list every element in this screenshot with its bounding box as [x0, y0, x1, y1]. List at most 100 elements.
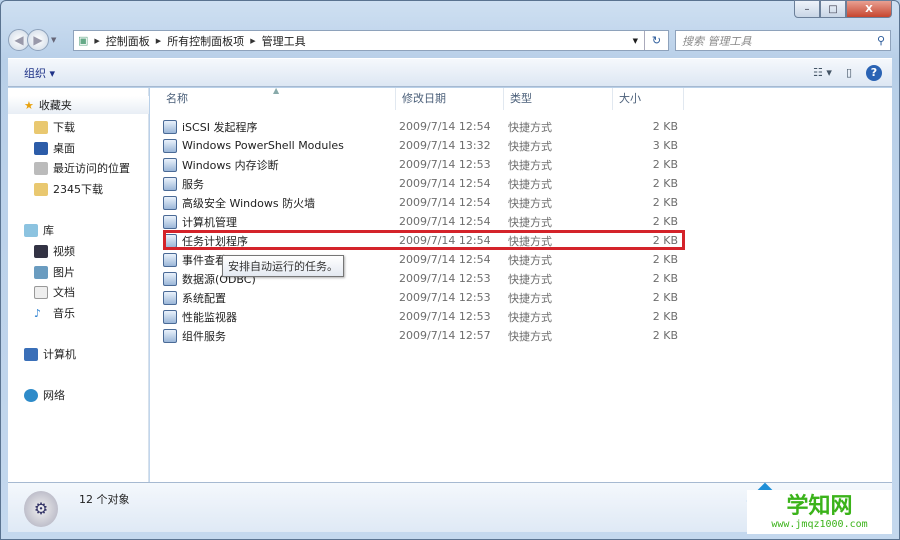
label: 文档	[53, 286, 75, 299]
organize-button[interactable]: 组织 ▾	[24, 65, 55, 81]
file-row[interactable]: Windows 内存诊断 2009/7/14 12:53 快捷方式 2 KB	[163, 155, 685, 174]
nav-buttons: ◀ ▶ ▼	[8, 29, 56, 51]
file-size: 2 KB	[652, 253, 678, 266]
video-icon	[34, 244, 48, 258]
file-size: 2 KB	[652, 272, 678, 285]
help-icon[interactable]: ?	[866, 64, 882, 81]
close-button[interactable]: X	[846, 0, 892, 18]
file-date: 2009/7/14 12:53	[399, 310, 491, 323]
file-name: 系统配置	[163, 290, 399, 306]
file-name-text: 高级安全 Windows 防火墙	[182, 196, 316, 210]
label: 2345下载	[53, 183, 103, 196]
chevron-icon: ▶	[250, 36, 256, 45]
sidebar-item-videos[interactable]: 视频	[34, 243, 75, 259]
forward-button[interactable]: ▶	[27, 29, 49, 51]
file-size: 2 KB	[652, 329, 678, 342]
file-date: 2009/7/14 13:32	[399, 139, 491, 152]
sidebar-computer[interactable]: 计算机	[24, 346, 76, 362]
watermark-url: www.jmqz1000.com	[771, 518, 868, 530]
file-name-text: 服务	[182, 177, 204, 191]
file-row[interactable]: 性能监视器 2009/7/14 12:53 快捷方式 2 KB	[163, 307, 685, 326]
address-dropdown-icon[interactable]: ▼	[633, 37, 638, 45]
command-bar: 组织 ▾ ☷ ▾ ▯ ?	[8, 58, 892, 87]
sidebar-favorites[interactable]: ★ 收藏夹	[8, 96, 149, 114]
sidebar-item-desktop[interactable]: 桌面	[34, 140, 75, 156]
file-row[interactable]: Windows PowerShell Modules 2009/7/14 13:3…	[163, 136, 685, 155]
window-controls: – □ X	[794, 0, 892, 18]
shortcut-icon	[163, 214, 177, 229]
label: 音乐	[53, 307, 75, 320]
label: 图片	[53, 266, 75, 279]
file-date: 2009/7/14 12:54	[399, 120, 491, 133]
search-icon[interactable]: ⚲	[877, 34, 885, 47]
file-name: Windows PowerShell Modules	[163, 138, 399, 153]
network-icon	[24, 388, 38, 402]
maximize-button[interactable]: □	[820, 0, 846, 18]
file-size: 2 KB	[652, 310, 678, 323]
label: 收藏夹	[38, 99, 72, 112]
preview-pane-icon[interactable]: ▯	[846, 66, 852, 79]
file-type: 快捷方式	[508, 139, 552, 153]
file-row[interactable]: 系统配置 2009/7/14 12:53 快捷方式 2 KB	[163, 288, 685, 307]
file-type: 快捷方式	[508, 120, 552, 134]
file-type: 快捷方式	[508, 310, 552, 324]
tooltip: 安排自动运行的任务。	[222, 255, 344, 277]
label: 视频	[53, 245, 75, 258]
file-date: 2009/7/14 12:53	[399, 272, 491, 285]
minimize-button[interactable]: –	[794, 0, 820, 18]
column-header-type[interactable]: 类型	[504, 88, 613, 110]
pictures-icon	[34, 265, 48, 279]
file-type: 快捷方式	[508, 329, 552, 343]
shortcut-icon	[163, 157, 177, 172]
sidebar-libraries[interactable]: 库	[24, 222, 54, 238]
sidebar-item-documents[interactable]: 文档	[34, 284, 75, 300]
breadcrumb-all-items[interactable]: 所有控制面板项	[167, 33, 244, 49]
sidebar-item-pictures[interactable]: 图片	[34, 264, 75, 280]
view-options-icon[interactable]: ☷ ▾	[813, 66, 832, 79]
column-header-size[interactable]: 大小	[613, 88, 684, 110]
file-date: 2009/7/14 12:54	[399, 253, 491, 266]
file-name-text: Windows 内存诊断	[182, 158, 279, 172]
file-row[interactable]: 高级安全 Windows 防火墙 2009/7/14 12:54 快捷方式 2 KB	[163, 193, 685, 212]
file-row[interactable]: 服务 2009/7/14 12:54 快捷方式 2 KB	[163, 174, 685, 193]
sidebar-item-music[interactable]: ♪ 音乐	[34, 305, 75, 321]
breadcrumb-control-panel[interactable]: 控制面板	[106, 33, 150, 49]
sidebar-item-recent[interactable]: 最近访问的位置	[34, 160, 130, 176]
file-row[interactable]: 计算机管理 2009/7/14 12:54 快捷方式 2 KB	[163, 212, 685, 231]
file-date: 2009/7/14 12:57	[399, 329, 491, 342]
file-size: 2 KB	[652, 158, 678, 171]
chevron-icon: ▶	[155, 36, 162, 45]
admin-tools-icon: ⚙	[24, 491, 58, 527]
desktop-icon	[34, 141, 48, 155]
file-name: 服务	[163, 176, 399, 192]
shortcut-icon	[163, 119, 177, 134]
file-type: 快捷方式	[508, 253, 552, 267]
file-size: 2 KB	[652, 215, 678, 228]
navigation-pane: ★ 收藏夹 下载 桌面 最近访问的位置 2345下载 库 视频 图片 文档 ♪ 音乐…	[8, 88, 149, 482]
refresh-icon[interactable]: ↻	[644, 31, 668, 50]
shortcut-icon	[163, 271, 177, 286]
column-header-date[interactable]: 修改日期	[396, 88, 504, 110]
sidebar-item-downloads[interactable]: 下载	[34, 119, 75, 135]
sidebar-network[interactable]: 网络	[24, 387, 65, 403]
label: 最近访问的位置	[53, 162, 130, 175]
file-name: 组件服务	[163, 328, 399, 344]
recent-places-icon	[34, 161, 48, 175]
address-bar[interactable]: ▣ ▶ 控制面板 ▶ 所有控制面板项 ▶ 管理工具 ▼ ↻	[73, 30, 669, 51]
item-count: 12 个对象	[79, 493, 130, 506]
file-type: 快捷方式	[508, 196, 552, 210]
sidebar-item-2345-downloads[interactable]: 2345下载	[34, 181, 103, 197]
watermark-logo: 学知网	[786, 493, 853, 519]
file-name-text: 计算机管理	[182, 215, 237, 229]
file-name: 高级安全 Windows 防火墙	[163, 195, 399, 211]
file-size: 3 KB	[652, 139, 678, 152]
breadcrumb-admin-tools[interactable]: 管理工具	[262, 33, 306, 49]
search-input[interactable]: 搜索 管理工具 ⚲	[675, 30, 891, 51]
file-date: 2009/7/14 12:54	[399, 215, 491, 228]
file-size: 2 KB	[652, 196, 678, 209]
file-row[interactable]: 组件服务 2009/7/14 12:57 快捷方式 2 KB	[163, 326, 685, 345]
file-row[interactable]: iSCSI 发起程序 2009/7/14 12:54 快捷方式 2 KB	[163, 117, 685, 136]
recent-pages-icon[interactable]: ▼	[51, 36, 56, 44]
control-panel-icon: ▣	[78, 34, 89, 47]
file-name: 计算机管理	[163, 214, 399, 230]
